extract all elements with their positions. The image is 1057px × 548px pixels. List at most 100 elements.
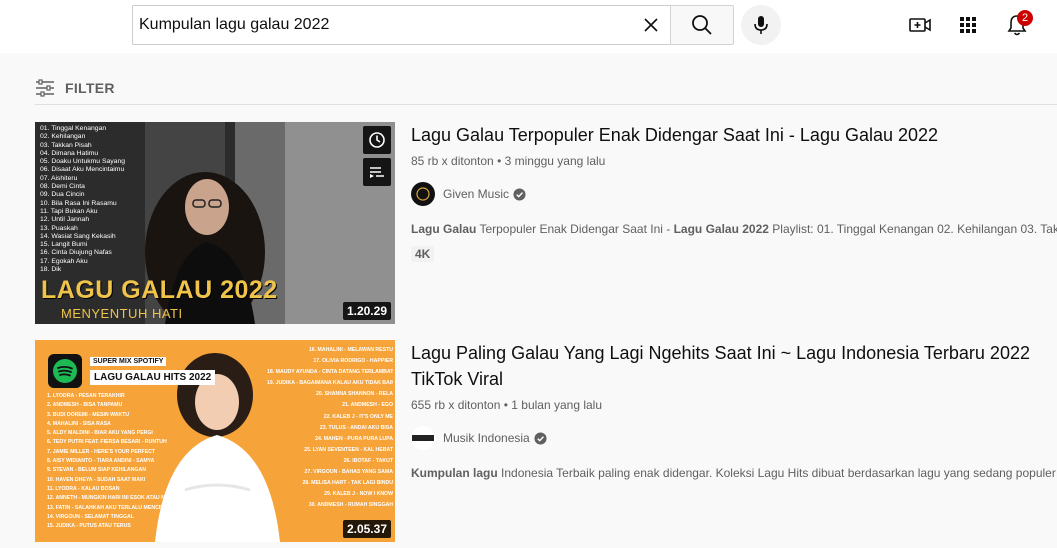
search-results: FILTER 01. Tinggal Kenangan 02. Kehilanga… [11, 53, 1057, 548]
video-info: Lagu Paling Galau Yang Lagi Ngehits Saat… [411, 340, 1057, 482]
tracklist-item: 13. Puaskah [40, 224, 78, 232]
tracklist-item: 25. LYAN SEVENTEEN - KAL HEBAT [304, 446, 393, 453]
watch-later-button[interactable] [363, 126, 391, 154]
tracklist-item: 7. JAMIE MILLER - HERE'S YOUR PERFECT [47, 448, 156, 455]
tracklist-item: 6. TEDY PUTRI FEAT. FIERSA BESARI - RUNT… [47, 439, 167, 446]
quality-badge: 4K [411, 246, 435, 262]
tracklist-item: 05. Doaku Untukmu Sayang [40, 158, 126, 166]
tracklist-item: 28. MELISA HART - TAK LAGI BINDU [302, 480, 394, 487]
channel-name: Given Music [443, 187, 510, 201]
search-input[interactable] [139, 6, 629, 44]
tracklist-item: 8. AISY WIDIANTO - TIARA ANDINI - SAMYA [47, 458, 155, 465]
add-to-queue-icon [370, 167, 384, 178]
tracklist-item: 18. MAUDY AYUNDA - CINTA DATANG TERLAMBA… [267, 369, 393, 376]
tracklist-item: 03. Takkan Pisah [40, 141, 92, 149]
tracklist-item: 4. MAHALINI - SISA RASA [47, 420, 111, 427]
search-icon [692, 15, 712, 35]
tracklist-item: 10. HAVEN DHEYA - SUDAH SAAT MAKI [47, 476, 146, 483]
create-video-button[interactable] [904, 9, 936, 41]
video-thumbnail[interactable]: SUPER MIX SPOTIFY LAGU GALAU HITS 2022 1… [35, 340, 395, 542]
tracklist-item: 14. VIRGOUN - SELAMAT TINGGAL [47, 513, 134, 520]
thumbnail-badge: SUPER MIX SPOTIFY [90, 357, 167, 366]
upload-age: 1 bulan yang lalu [511, 398, 603, 412]
tracklist-item: 15. Langit Bumi [40, 241, 88, 249]
tracklist-item: 2. ANDMESH - BISA TANPAMU [47, 402, 123, 409]
video-title[interactable]: Lagu Paling Galau Yang Lagi Ngehits Saat… [411, 340, 1057, 392]
video-info: Lagu Galau Terpopuler Enak Didengar Saat… [411, 122, 1057, 263]
verified-icon [513, 187, 526, 201]
tracklist-item: 01. Tinggal Kenangan [40, 125, 107, 132]
notifications-button[interactable]: 2 [1001, 9, 1033, 41]
tracklist-item: 10. Bila Rasa Ini Rasamu [40, 199, 117, 207]
thumbnail-title: LAGU GALAU HITS 2022 [90, 370, 216, 385]
spotify-icon [53, 359, 77, 383]
view-count: 655 rb x ditonton [411, 398, 501, 412]
notification-badge: 2 [1017, 10, 1033, 26]
video-description: Kumpulan lagu Indonesia Terbaik paling e… [411, 466, 1057, 480]
tracklist-item: 24. MAHEN - PURA PURA LUPA [315, 435, 393, 442]
channel-avatar [411, 426, 435, 450]
video-meta: 85 rb x ditonton • 3 minggu yang lalu [411, 154, 606, 168]
tracklist-item: 9. STEVAN - BELUM SIAP KEHILANGAN [47, 467, 146, 474]
filter-sliders-icon [36, 79, 54, 97]
tracklist-item: 17. Egokah Aku [40, 257, 88, 265]
tracklist-item: 17. OLIVIA RODRIGO - HAPPIER [313, 358, 393, 365]
thumbnail-title: LAGU GALAU 2022 [41, 276, 278, 304]
tracklist-item: 15. JUDIKA - PUTUS ATAU TERUS [47, 523, 131, 530]
tracklist-item: 22. KALEB J - IT'S ONLY ME [323, 413, 393, 420]
close-icon [644, 18, 658, 32]
tracklist-item: 30. ANDMESH - RUMAH SINGGAH [308, 502, 393, 509]
channel-name: Musik Indonesia [443, 431, 530, 445]
view-count: 85 rb x ditonton [411, 154, 494, 168]
video-thumbnail[interactable]: 01. Tinggal Kenangan 02. Kehilangan 03. Ta… [35, 122, 395, 324]
add-to-queue-button[interactable] [363, 158, 391, 186]
channel-avatar [411, 182, 435, 206]
tracklist-item: 11. Tapi Bukan Aku [40, 207, 98, 215]
tracklist-item: 02. Kehilangan [40, 133, 86, 141]
upload-age: 3 minggu yang lalu [504, 154, 606, 168]
tracklist-item: 04. Dimana Hatimu [40, 149, 99, 157]
thumbnail-tracklist: 16. MAHALINI - MELAWAN RESTU 17. OLIVIA R… [267, 345, 393, 511]
search-button[interactable] [670, 5, 734, 45]
tracklist-item: 06. Disaat Aku Mencintaimu [40, 166, 125, 174]
spotify-logo [48, 354, 82, 388]
clear-search-button[interactable] [636, 10, 666, 40]
apps-button[interactable] [952, 9, 984, 41]
tracklist-item: 18. Dik [40, 266, 62, 274]
tracklist-item: 08. Demi Cinta [40, 183, 85, 191]
video-duration: 2.05.37 [342, 520, 391, 538]
verified-icon [534, 431, 547, 445]
voice-search-button[interactable] [741, 5, 781, 45]
tracklist-item: 20. SHANNA SHANNON - RELA [315, 391, 393, 398]
clock-icon [369, 132, 385, 148]
thumbnail-tracklist: 1. LYODRA - PESAN TERAKHIR 2. ANDMESH - B… [47, 392, 187, 531]
tracklist-item: 14. Wasiat Sang Kekasih [40, 232, 116, 240]
video-title[interactable]: Lagu Galau Terpopuler Enak Didengar Saat… [411, 122, 1057, 148]
top-bar: 2 [0, 0, 1057, 53]
tracklist-item: 16. MAHALINI - MELAWAN RESTU [308, 347, 393, 353]
video-meta: 655 rb x ditonton • 1 bulan yang lalu [411, 398, 603, 412]
microphone-icon [754, 16, 768, 34]
video-result: SUPER MIX SPOTIFY LAGU GALAU HITS 2022 1… [35, 340, 1057, 542]
tracklist-item: 11. LYODRA - KALAU BOSAN [47, 485, 120, 492]
channel-link[interactable]: Given Music [411, 182, 1057, 206]
tracklist-item: 29. KALEB J - NOW I KNOW [324, 491, 393, 498]
tracklist-item: 19. JUDIKA - BAGAIMANA KALAU AKU TIDAK B… [267, 380, 393, 387]
tracklist-item: 09. Dua Cincin [40, 191, 85, 199]
video-description: Lagu Galau Terpopuler Enak Didengar Saat… [411, 222, 1057, 236]
video-result: 01. Tinggal Kenangan 02. Kehilangan 03. Ta… [35, 122, 1057, 324]
tracklist-item: 13. FATIN - SALAHKAH AKU TERLALU MENCINT… [47, 504, 181, 511]
tracklist-item: 23. TULUS - ANDAI AKU BISA [319, 424, 393, 431]
divider [35, 104, 1057, 105]
tracklist-item: 12. Until Jannah [40, 216, 90, 224]
channel-link[interactable]: Musik Indonesia [411, 426, 1057, 450]
thumbnail-subtitle: MENYENTUH HATI [61, 306, 183, 321]
tracklist-item: 3. BUDI DOREMI - MESIN WAKTU [47, 411, 130, 418]
tracklist-item: 27. VIRGOUN - BAHAS YANG SAMA [304, 469, 394, 476]
tracklist-item: 26. IBOTAF - TAKUT [343, 457, 393, 464]
filter-button[interactable]: FILTER [35, 78, 115, 98]
filter-label: FILTER [65, 80, 115, 96]
tracklist-item: 5. ALDY MALDINI - BIAR AKU YANG PERGI [47, 430, 153, 437]
create-video-icon [909, 18, 931, 32]
tracklist-item: 1. LYODRA - PESAN TERAKHIR [47, 393, 125, 399]
